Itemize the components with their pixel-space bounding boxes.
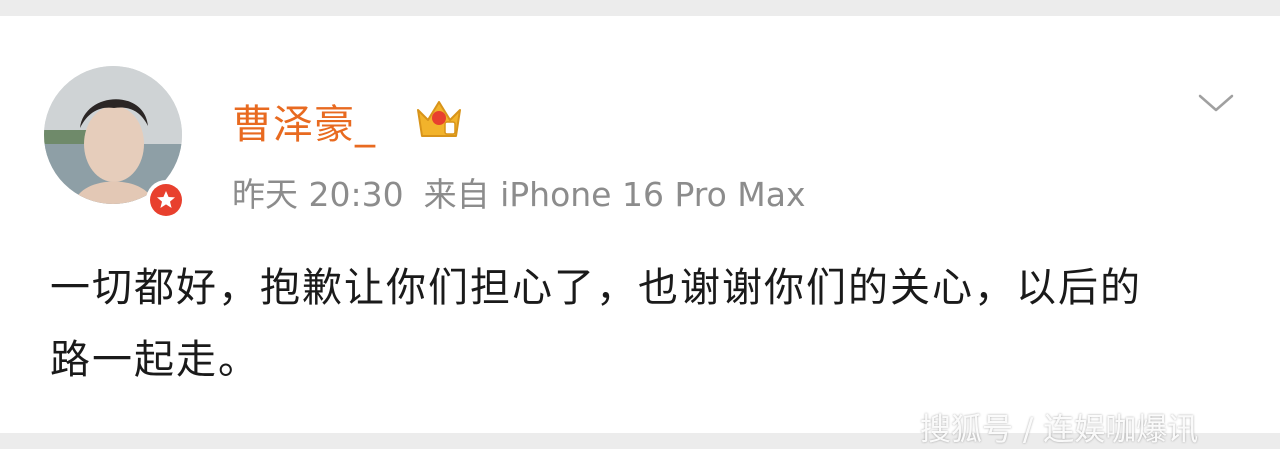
post-source[interactable]: 来自 iPhone 16 Pro Max: [424, 175, 806, 214]
verified-star-icon: [157, 191, 175, 208]
username[interactable]: 曹泽豪_: [232, 92, 376, 150]
verified-badge: [146, 180, 186, 220]
chevron-down-icon[interactable]: [1196, 88, 1236, 118]
post-time: 昨天 20:30: [232, 175, 404, 214]
watermark: 搜狐号 / 连娱咖爆讯: [920, 412, 1199, 448]
post-meta: 昨天 20:30 来自 iPhone 16 Pro Max: [232, 168, 826, 216]
weibo-post-card: 曹泽豪_ 昨天 20:30 来自 iPhone 16 Pro Max 一切都好，抱…: [0, 16, 1280, 448]
crown-icon[interactable]: [414, 96, 464, 142]
post-content: 一切都好，抱歉让你们担心了，也谢谢你们的关心，以后的路一起走。: [50, 265, 1142, 383]
